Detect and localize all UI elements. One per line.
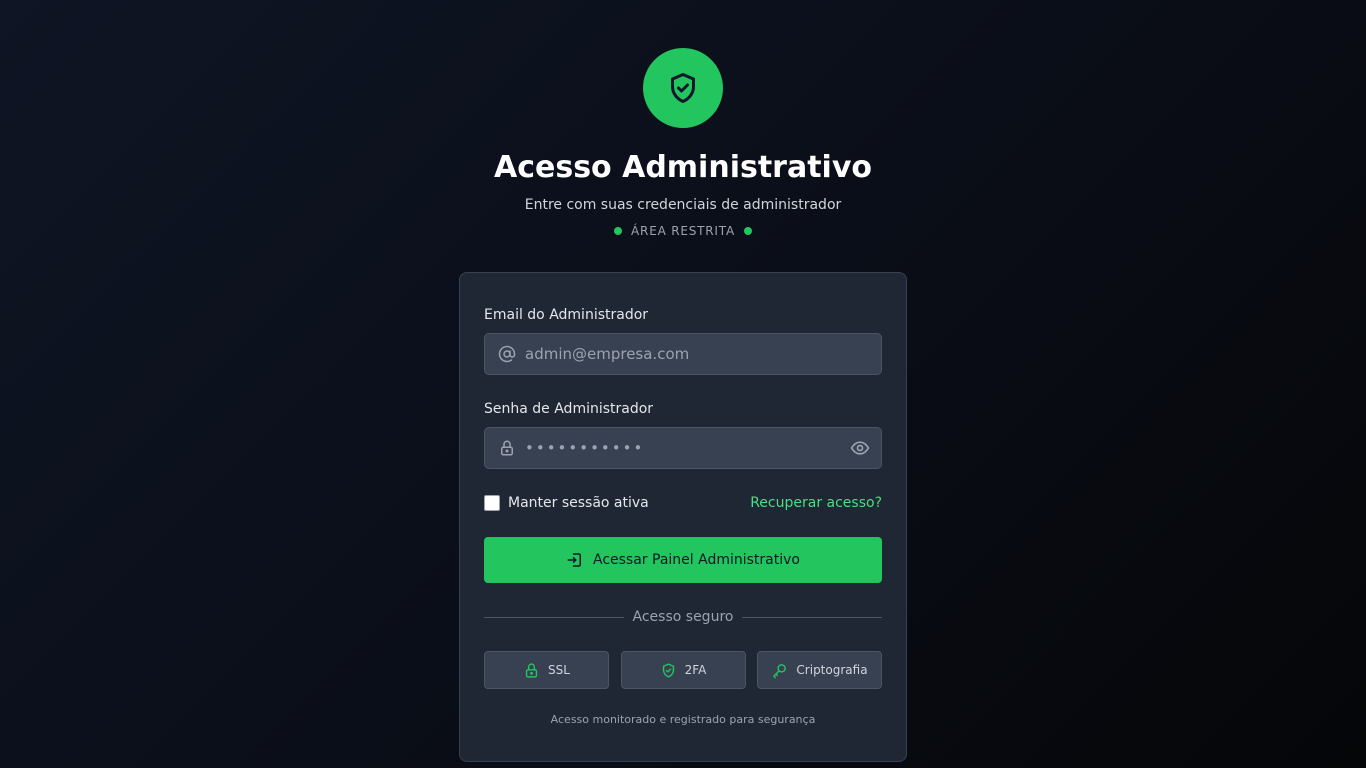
security-footnote: Acesso monitorado e registrado para segu… [550, 713, 816, 726]
divider-line-right [742, 616, 882, 618]
password-label: Senha de Administrador [484, 401, 654, 417]
page-title: Acesso Administrativo [493, 150, 873, 185]
shield-check-icon [671, 73, 695, 103]
logo-badge [643, 48, 723, 128]
email-input[interactable] [525, 334, 881, 374]
login-icon [567, 553, 581, 567]
restricted-area-badge: ÁREA RESTRITA [0, 224, 1366, 238]
eye-icon[interactable] [850, 438, 870, 458]
shield-check-icon [662, 662, 674, 678]
restricted-area-label: ÁREA RESTRITA [631, 224, 735, 238]
recover-access-link[interactable]: Recuperar acesso? [750, 495, 882, 511]
submit-button[interactable]: Acessar Painel Administrativo [484, 537, 882, 583]
badge-encryption[interactable]: Criptografia [757, 651, 882, 689]
remember-checkbox[interactable] [484, 495, 500, 511]
status-dot-right [743, 227, 752, 235]
password-field-wrapper [484, 427, 882, 469]
remember-label[interactable]: Manter sessão ativa [508, 495, 649, 511]
badge-ssl[interactable]: SSL [484, 651, 609, 689]
login-card: Email do Administrador Senha de Administ… [459, 272, 907, 762]
badge-ssl-label: SSL [548, 663, 570, 677]
divider-label: Acesso seguro [632, 609, 734, 625]
lock-icon [525, 662, 538, 678]
status-dot-left [614, 227, 623, 235]
email-field-wrapper [484, 333, 882, 375]
page-subtitle: Entre com suas credenciais de administra… [524, 197, 842, 213]
remember-session: Manter sessão ativa [484, 495, 649, 511]
badge-2fa[interactable]: 2FA [620, 651, 746, 689]
lock-icon [501, 440, 513, 456]
at-sign-icon [498, 345, 516, 363]
badge-encryption-label: Criptografia [796, 663, 868, 677]
password-input[interactable] [525, 428, 850, 468]
divider-line-left [484, 616, 624, 618]
key-icon [773, 663, 787, 678]
badge-2fa-label: 2FA [684, 663, 707, 677]
submit-button-label: Acessar Painel Administrativo [593, 552, 800, 568]
security-badges: SSL 2FA Criptografia [484, 651, 882, 689]
secure-access-divider: Acesso seguro [484, 609, 882, 625]
email-label: Email do Administrador [484, 307, 649, 323]
